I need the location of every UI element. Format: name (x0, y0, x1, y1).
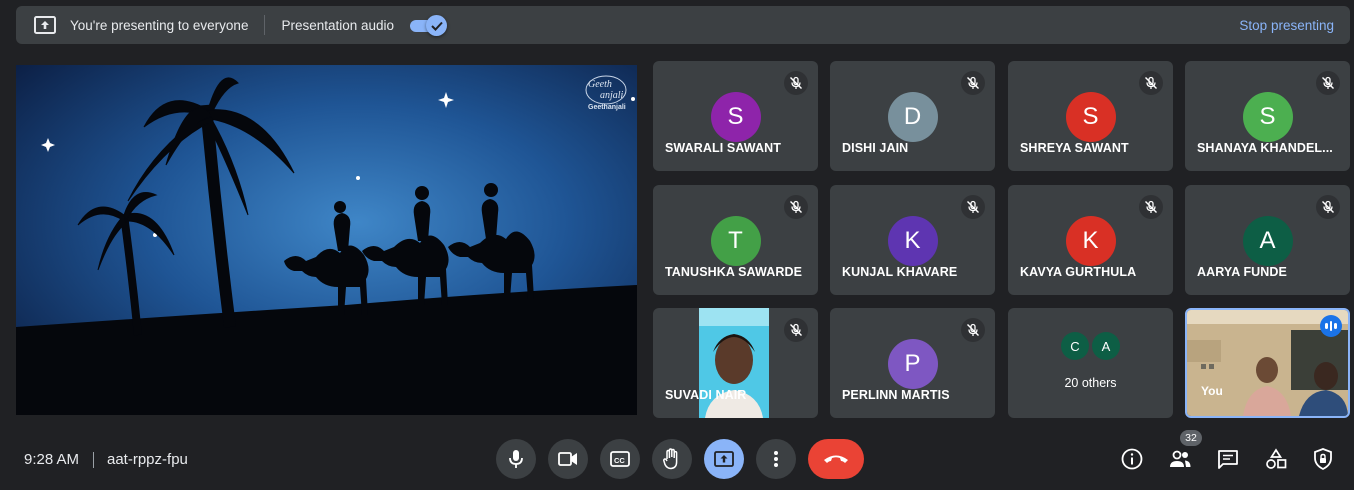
mic-off-icon (784, 195, 808, 219)
participant-count-badge: 32 (1180, 430, 1202, 446)
camera-button[interactable] (548, 439, 588, 479)
participant-tile[interactable]: S SHANAYA KHANDEL... (1185, 61, 1350, 171)
closed-captions-icon: CC (610, 451, 630, 467)
participant-tile[interactable]: S SHREYA SAWANT (1008, 61, 1173, 171)
participant-name: TANUSHKA SAWARDE (665, 265, 803, 279)
participant-avatar: P (887, 339, 938, 389)
self-video-tile[interactable]: You (1185, 308, 1350, 418)
more-options-button[interactable] (756, 439, 796, 479)
shield-lock-icon (1314, 448, 1332, 470)
participant-avatar: T (710, 216, 761, 266)
participant-avatar: S (710, 92, 761, 142)
others-avatar-1: C (1061, 332, 1089, 360)
mic-off-icon (1316, 71, 1340, 95)
meeting-details-button[interactable] (1118, 445, 1146, 473)
mic-off-icon (1139, 71, 1163, 95)
mic-off-icon (784, 318, 808, 342)
svg-text:anjali: anjali (600, 90, 624, 101)
footer-divider (93, 452, 94, 468)
activities-button[interactable] (1262, 445, 1290, 473)
presentation-image: Geeth anjali Geethanjali (16, 65, 637, 415)
stop-presenting-button[interactable]: Stop presenting (1239, 18, 1334, 33)
participant-name: SUVADI NAIR (665, 388, 747, 402)
people-icon (1170, 450, 1191, 467)
participant-tile[interactable]: S SWARALI SAWANT (653, 61, 818, 171)
video-camera-icon (558, 452, 577, 466)
participant-name: PERLINN MARTIS (842, 388, 950, 402)
others-count-label: 20 others (1064, 376, 1117, 390)
banner-divider (264, 15, 266, 35)
participant-tile[interactable]: SUVADI NAIR (653, 308, 818, 418)
leave-call-button[interactable] (808, 439, 864, 479)
mic-off-icon (784, 71, 808, 95)
checkmark-icon (426, 15, 448, 36)
svg-text:Geethanjali: Geethanjali (588, 104, 626, 111)
present-now-button[interactable] (704, 439, 744, 479)
participant-name: SHANAYA KHANDEL... (1197, 141, 1333, 155)
speaking-indicator-icon (1320, 315, 1342, 337)
others-avatar-2: A (1092, 332, 1120, 360)
participant-tile[interactable]: K KAVYA GURTHULA (1008, 185, 1173, 295)
info-icon (1121, 448, 1143, 470)
present-screen-icon (34, 16, 56, 34)
others-tile[interactable]: C A 20 others (1008, 308, 1173, 418)
participant-name: SHREYA SAWANT (1020, 141, 1129, 155)
participant-tile[interactable]: D DISHI JAIN (830, 61, 995, 171)
participant-name: KUNJAL KHAVARE (842, 265, 958, 279)
present-screen-icon (714, 451, 734, 467)
meeting-code[interactable]: aat-rppz-fpu (107, 451, 188, 468)
participant-tile[interactable]: K KUNJAL KHAVARE (830, 185, 995, 295)
participant-avatar: S (1242, 92, 1293, 142)
activities-shapes-icon (1266, 448, 1287, 469)
presentation-audio-label: Presentation audio (281, 17, 395, 33)
participant-name: AARYA FUNDE (1197, 265, 1287, 279)
self-label: You (1201, 384, 1223, 398)
participant-avatar: D (887, 92, 938, 142)
hang-up-icon (824, 455, 848, 463)
people-button[interactable] (1166, 445, 1194, 473)
presenting-status-text: You're presenting to everyone (70, 17, 249, 33)
raise-hand-button[interactable] (652, 439, 692, 479)
participant-tile[interactable]: P PERLINN MARTIS (830, 308, 995, 418)
mic-off-icon (961, 71, 985, 95)
participant-name: KAVYA GURTHULA (1020, 265, 1137, 279)
microphone-icon (509, 450, 523, 468)
host-controls-button[interactable] (1309, 445, 1337, 473)
presentation-stage: Geeth anjali Geethanjali (16, 65, 637, 415)
participant-avatar: K (887, 216, 938, 266)
mic-off-icon (961, 318, 985, 342)
mic-off-icon (1316, 195, 1340, 219)
participant-name: DISHI JAIN (842, 141, 909, 155)
raise-hand-icon (663, 448, 678, 470)
mic-off-icon (1139, 195, 1163, 219)
microphone-button[interactable] (496, 439, 536, 479)
mic-off-icon (961, 195, 985, 219)
participant-avatar: A (1242, 216, 1293, 266)
meeting-clock: 9:28 AM (24, 451, 80, 468)
participant-avatar: S (1065, 92, 1116, 142)
svg-text:Geeth: Geeth (588, 79, 612, 90)
chat-icon (1218, 450, 1238, 469)
participant-tile[interactable]: A AARYA FUNDE (1185, 185, 1350, 295)
participant-tile[interactable]: T TANUSHKA SAWARDE (653, 185, 818, 295)
participant-name: SWARALI SAWANT (665, 141, 781, 155)
presentation-audio-toggle[interactable] (410, 15, 448, 36)
presenting-banner: You're presenting to everyone Presentati… (16, 6, 1350, 44)
more-vertical-icon (774, 451, 778, 467)
svg-text:CC: CC (614, 456, 625, 465)
captions-button[interactable]: CC (600, 439, 640, 479)
chat-button[interactable] (1214, 445, 1242, 473)
participant-avatar: K (1065, 216, 1116, 266)
